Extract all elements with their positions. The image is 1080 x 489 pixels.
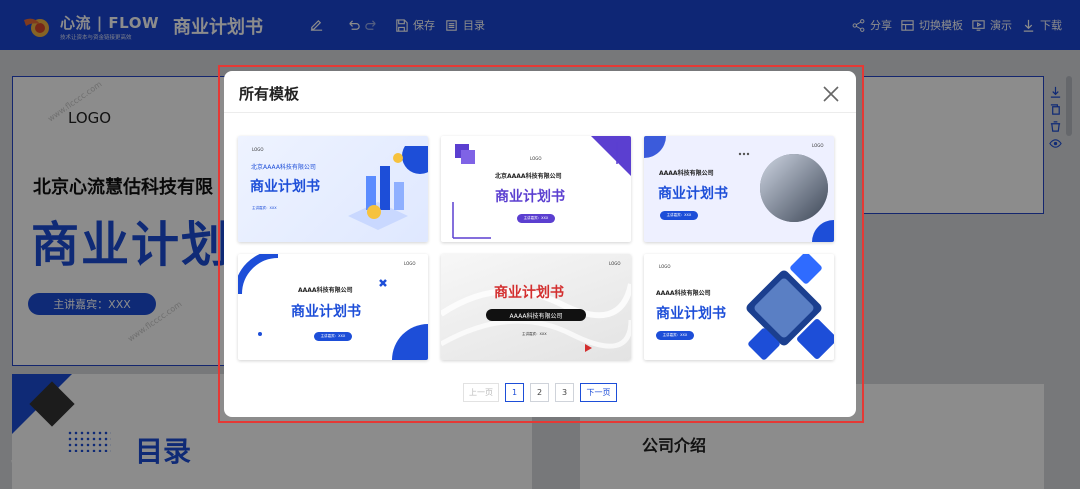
template-company: AAAA科技有限公司 — [656, 290, 711, 297]
template-card[interactable]: LOGO AAAA科技有限公司 商业计划书 主讲嘉宾：XXX — [238, 254, 428, 360]
page-button-1[interactable]: 1 — [505, 382, 524, 402]
template-presenter: 主讲嘉宾：XXX — [522, 332, 547, 336]
template-company: AAAA科技有限公司 — [486, 309, 586, 321]
template-presenter: 主讲嘉宾：XXX — [314, 332, 352, 341]
template-logo: LOGO — [530, 156, 542, 161]
template-presenter: 主讲嘉宾：XXX — [252, 206, 277, 210]
template-company: AAAA科技有限公司 — [659, 170, 714, 177]
template-title: 商业计划书 — [495, 189, 565, 205]
modal-title: 所有模板 — [239, 85, 300, 103]
next-page-button[interactable]: 下一页 — [580, 382, 617, 402]
template-logo: LOGO — [812, 143, 824, 148]
templates-modal: 所有模板 LOGO 北京AAAA科技有限公司 商业计划书 主讲嘉宾：XXX LO… — [224, 71, 856, 417]
template-illustration — [348, 146, 428, 230]
template-card[interactable]: LOGO AAAA科技有限公司 商业计划书 主讲嘉宾：XXX — [644, 136, 834, 242]
template-presenter: 主讲嘉宾：XXX — [660, 211, 698, 220]
template-decoration — [441, 283, 631, 352]
pagination: 上一页 1 2 3 下一页 — [463, 382, 617, 402]
modal-header: 所有模板 — [224, 71, 856, 113]
template-presenter: 主讲嘉宾：XXX — [656, 331, 694, 340]
template-card[interactable]: LOGO 商业计划书 AAAA科技有限公司 主讲嘉宾：XXX — [441, 254, 631, 360]
page-button-3[interactable]: 3 — [555, 382, 574, 402]
template-card[interactable]: LOGO 北京AAAA科技有限公司 商业计划书 主讲嘉宾：XXX — [441, 136, 631, 242]
template-presenter: 主讲嘉宾：XXX — [517, 214, 555, 223]
template-logo: LOGO — [404, 261, 416, 266]
template-card[interactable]: LOGO 北京AAAA科技有限公司 商业计划书 主讲嘉宾：XXX — [238, 136, 428, 242]
prev-page-button[interactable]: 上一页 — [463, 382, 499, 402]
template-logo: LOGO — [609, 261, 621, 266]
template-logo: LOGO — [252, 147, 264, 152]
template-card[interactable]: LOGO AAAA科技有限公司 商业计划书 主讲嘉宾：XXX — [644, 254, 834, 360]
page-button-2[interactable]: 2 — [530, 382, 549, 402]
template-company: 北京AAAA科技有限公司 — [251, 164, 316, 171]
template-title: 商业计划书 — [291, 304, 361, 320]
template-title: 商业计划书 — [656, 306, 726, 322]
template-title: 商业计划书 — [494, 285, 564, 301]
template-grid: LOGO 北京AAAA科技有限公司 商业计划书 主讲嘉宾：XXX LOGO 北京… — [238, 136, 834, 362]
template-title: 商业计划书 — [250, 179, 320, 195]
template-title: 商业计划书 — [658, 186, 728, 202]
template-company: 北京AAAA科技有限公司 — [495, 173, 562, 180]
template-company: AAAA科技有限公司 — [298, 287, 353, 294]
template-logo: LOGO — [659, 264, 671, 269]
close-icon[interactable] — [821, 84, 841, 104]
